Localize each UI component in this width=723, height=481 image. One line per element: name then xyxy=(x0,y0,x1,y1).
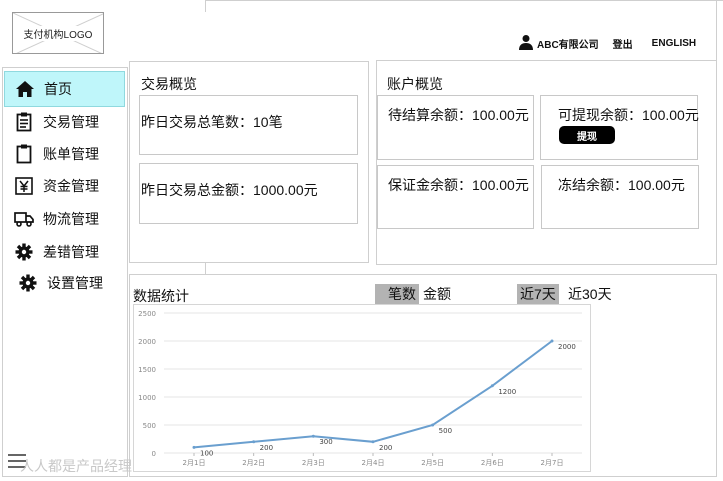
user-icon xyxy=(518,34,534,53)
yesterday-count-card: 昨日交易总笔数：10笔 xyxy=(139,95,358,155)
stats-chart: 0 500 1000 1500 2000 2500 2月1日 2月2日 2月3日 2月4日 2月5日… xyxy=(133,304,591,472)
company-logo: 支付机构LOGO xyxy=(12,12,104,54)
line-chart: 0 500 1000 1500 2000 2500 2月1日 2月2日 2月3日 2月4日 2月5日… xyxy=(138,310,582,467)
sidebar-item-settings[interactable]: 设置管理 xyxy=(4,265,125,301)
y-tick-label: 0 xyxy=(152,450,156,458)
sidebar-item-logistics[interactable]: 物流管理 xyxy=(4,201,125,237)
pending-balance-text: 待结算余额：100.00元 xyxy=(388,107,529,123)
logo-text: 支付机构LOGO xyxy=(22,25,94,41)
data-point xyxy=(550,339,554,343)
data-label: 2000 xyxy=(558,343,576,351)
data-point xyxy=(192,445,196,449)
frame-divider xyxy=(205,0,206,12)
data-point xyxy=(311,434,315,438)
company-name: ABC有限公司 xyxy=(537,40,599,51)
sidebar-item-home[interactable]: 首页 xyxy=(4,71,125,107)
x-tick-label: 2月3日 xyxy=(302,459,325,467)
gear-icon xyxy=(18,273,38,293)
truck-icon xyxy=(14,209,34,229)
sidebar-item-label: 交易管理 xyxy=(43,114,99,130)
logout-link[interactable]: 登出 xyxy=(613,36,633,51)
tab-last-7-days[interactable]: 近7天 xyxy=(517,284,559,304)
x-tick-label: 2月5日 xyxy=(421,459,444,467)
withdrawable-balance-text: 可提现余额：100.00元 xyxy=(558,107,699,123)
sidebar-item-funds[interactable]: 资金管理 xyxy=(4,168,125,204)
frozen-balance-card: 冻结余额：100.00元 xyxy=(541,165,699,229)
data-point xyxy=(252,440,256,444)
tab-amount[interactable]: 金额 xyxy=(420,284,454,304)
transaction-overview-panel: 交易概览 昨日交易总笔数：10笔 昨日交易总金额：1000.00元 xyxy=(129,61,369,263)
transaction-overview-title: 交易概览 xyxy=(141,76,197,92)
sidebar-item-label: 设置管理 xyxy=(47,275,103,291)
yen-box-icon xyxy=(14,176,34,196)
frame-divider xyxy=(205,0,723,1)
data-label: 500 xyxy=(439,427,452,435)
clipboard-list-icon xyxy=(14,112,34,132)
sidebar-item-label: 差错管理 xyxy=(43,244,99,260)
pending-balance-card: 待结算余额：100.00元 xyxy=(377,95,534,160)
account-overview-panel: 账户概览 待结算余额：100.00元 可提现余额：100.00元 提现 保证金余… xyxy=(376,60,717,265)
sidebar: 首页 交易管理 账单管理 资金管理 物流管理 差错管理 设置管理 xyxy=(2,67,128,477)
y-tick-label: 2000 xyxy=(138,338,156,346)
x-tick-label: 2月7日 xyxy=(541,459,564,467)
user-menu[interactable]: ABC有限公司 xyxy=(518,34,599,53)
y-tick-label: 500 xyxy=(143,422,156,430)
x-tick-label: 2月2日 xyxy=(242,459,265,467)
tab-last-30-days[interactable]: 近30天 xyxy=(565,284,615,304)
y-tick-label: 2500 xyxy=(138,310,156,318)
yesterday-amount-card: 昨日交易总金额：1000.00元 xyxy=(139,163,358,224)
yesterday-amount-text: 昨日交易总金额：1000.00元 xyxy=(141,182,318,198)
x-tick-label: 2月1日 xyxy=(183,459,206,467)
language-switch[interactable]: ENGLISH xyxy=(652,38,696,49)
watermark: 人人都是产品经理 xyxy=(20,458,132,474)
withdraw-button[interactable]: 提现 xyxy=(559,126,615,144)
sidebar-item-label: 资金管理 xyxy=(43,178,99,194)
deposit-balance-card: 保证金余额：100.00元 xyxy=(377,165,534,229)
data-label: 200 xyxy=(260,444,273,452)
data-point xyxy=(490,384,494,388)
gear-icon xyxy=(14,242,34,262)
data-label: 200 xyxy=(379,444,392,452)
frozen-balance-text: 冻结余额：100.00元 xyxy=(558,177,685,193)
sidebar-item-label: 物流管理 xyxy=(43,211,99,227)
deposit-balance-text: 保证金余额：100.00元 xyxy=(388,177,529,193)
data-point xyxy=(371,440,375,444)
tab-count[interactable]: 笔数 xyxy=(375,284,419,304)
x-tick-label: 2月4日 xyxy=(362,459,385,467)
data-label: 300 xyxy=(319,438,332,446)
account-overview-title: 账户概览 xyxy=(387,76,443,92)
withdrawable-balance-card: 可提现余额：100.00元 提现 xyxy=(540,95,699,160)
clipboard-icon xyxy=(14,144,34,164)
sidebar-item-label: 账单管理 xyxy=(43,146,99,162)
yesterday-count-text: 昨日交易总笔数：10笔 xyxy=(141,114,283,130)
y-tick-label: 1500 xyxy=(138,366,156,374)
data-label: 1200 xyxy=(498,388,516,396)
top-nav: ABC有限公司 登出 ENGLISH xyxy=(518,34,696,53)
y-tick-label: 1000 xyxy=(138,394,156,402)
stats-title: 数据统计 xyxy=(133,288,189,304)
data-label: 100 xyxy=(200,449,213,457)
sidebar-item-label: 首页 xyxy=(44,81,72,97)
x-tick-label: 2月6日 xyxy=(481,459,504,467)
sidebar-item-bills[interactable]: 账单管理 xyxy=(4,136,125,172)
sidebar-item-transactions[interactable]: 交易管理 xyxy=(4,104,125,140)
data-point xyxy=(431,423,435,427)
home-icon xyxy=(15,79,35,99)
frame-divider xyxy=(716,0,717,60)
